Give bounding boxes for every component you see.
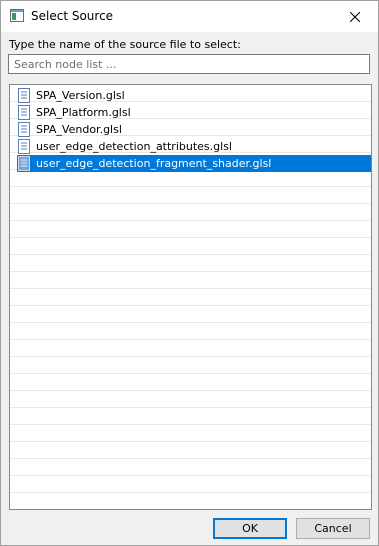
dialog-title: Select Source bbox=[31, 9, 114, 23]
cancel-button[interactable]: Cancel bbox=[296, 518, 370, 539]
file-icon bbox=[18, 156, 30, 171]
title-bar[interactable]: Select Source bbox=[1, 1, 378, 32]
list-item[interactable]: SPA_Vendor.glsl bbox=[17, 121, 123, 138]
list-item-label: SPA_Version.glsl bbox=[36, 89, 125, 102]
file-icon bbox=[18, 105, 30, 120]
list-item-label: SPA_Platform.glsl bbox=[36, 106, 131, 119]
list-item-label: user_edge_detection_fragment_shader.glsl bbox=[36, 157, 272, 170]
list-item[interactable]: SPA_Platform.glsl bbox=[17, 104, 132, 121]
window-app-icon bbox=[10, 9, 24, 22]
list-item[interactable]: user_edge_detection_attributes.glsl bbox=[17, 138, 233, 155]
instruction-label: Type the name of the source file to sele… bbox=[9, 38, 241, 51]
file-icon bbox=[18, 122, 30, 137]
list-item-label: SPA_Vendor.glsl bbox=[36, 123, 122, 136]
file-icon bbox=[18, 88, 30, 103]
source-file-list[interactable]: SPA_Version.glsl SPA_Platform.glsl SPA_V… bbox=[9, 84, 372, 510]
close-button[interactable] bbox=[332, 1, 378, 32]
list-item-selected[interactable]: user_edge_detection_fragment_shader.glsl bbox=[17, 155, 371, 172]
ok-button[interactable]: OK bbox=[213, 518, 287, 539]
list-item[interactable]: SPA_Version.glsl bbox=[17, 87, 126, 104]
search-input[interactable] bbox=[8, 54, 370, 74]
file-icon bbox=[18, 139, 30, 154]
select-source-dialog: Select Source Type the name of the sourc… bbox=[0, 0, 379, 546]
list-item-label: user_edge_detection_attributes.glsl bbox=[36, 140, 232, 153]
close-icon bbox=[350, 11, 360, 22]
